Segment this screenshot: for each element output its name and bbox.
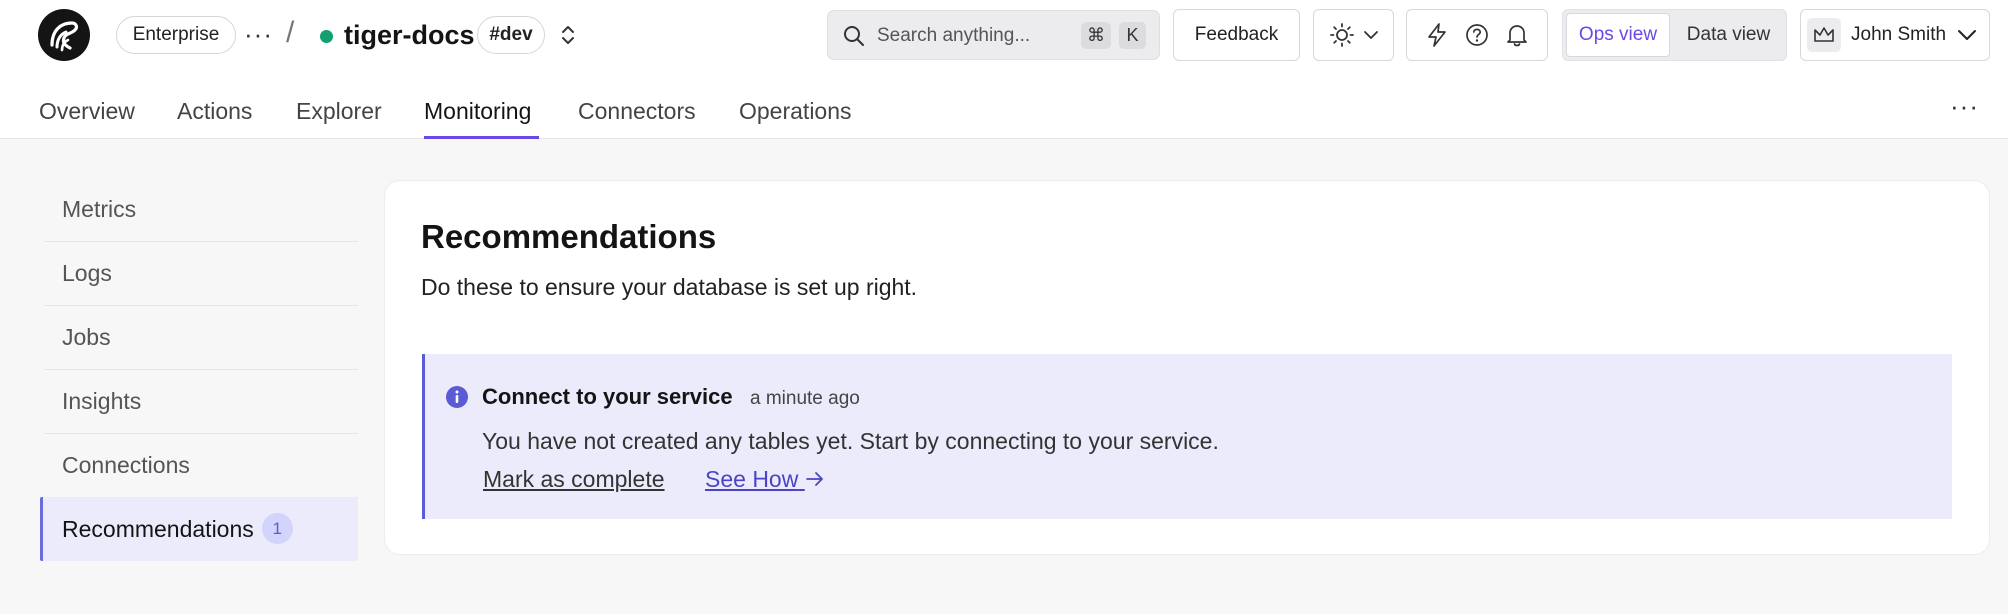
sidebar-item-label: Recommendations: [62, 516, 254, 542]
active-tab-indicator: [424, 136, 539, 139]
tab-actions[interactable]: Actions: [177, 96, 252, 126]
ops-view-tab[interactable]: Ops view: [1566, 13, 1670, 57]
view-toggle: Ops view Data view: [1562, 9, 1787, 61]
mark-complete-link[interactable]: Mark as complete: [483, 464, 665, 494]
lightning-icon[interactable]: [1424, 22, 1450, 48]
shortcut-cmd-key: ⌘: [1081, 22, 1111, 49]
sidebar-item-logs[interactable]: Logs: [40, 241, 358, 305]
sidebar-item-connections[interactable]: Connections: [40, 433, 358, 497]
theme-toggle-button[interactable]: [1313, 9, 1394, 61]
count-badge: 1: [261, 513, 293, 545]
chevron-down-icon: [1958, 30, 1977, 40]
org-pill[interactable]: Enterprise: [116, 16, 236, 54]
breadcrumb-separator: /: [286, 16, 295, 49]
help-icon[interactable]: [1464, 22, 1490, 48]
sidebar-item-metrics[interactable]: Metrics: [40, 177, 358, 241]
see-how-link[interactable]: See How: [705, 464, 825, 494]
data-view-tab[interactable]: Data view: [1671, 13, 1786, 57]
tab-explorer[interactable]: Explorer: [296, 96, 382, 126]
user-menu-button[interactable]: John Smith: [1800, 9, 1990, 61]
status-dot: [320, 30, 333, 43]
arrow-right-icon: [805, 472, 823, 486]
crown-icon: [1814, 27, 1834, 42]
project-name[interactable]: tiger-docs: [344, 17, 475, 53]
see-how-label: See How: [705, 466, 799, 492]
recommendation-timestamp: a minute ago: [750, 388, 860, 409]
sidebar-item-recommendations[interactable]: Recommendations 1: [40, 497, 358, 561]
tab-operations[interactable]: Operations: [739, 96, 852, 126]
quick-actions-group: [1406, 9, 1548, 61]
user-name: John Smith: [1851, 24, 1947, 45]
chevron-updown-icon[interactable]: [557, 22, 579, 48]
info-icon: [446, 386, 468, 408]
page-subtitle: Do these to ensure your database is set …: [421, 274, 918, 300]
sidebar-item-jobs[interactable]: Jobs: [40, 305, 358, 369]
tiger-logo-icon: [50, 21, 79, 52]
ellipsis-icon[interactable]: ···: [244, 20, 273, 48]
sun-icon: [1329, 23, 1354, 47]
search-input[interactable]: Search anything... ⌘ K: [827, 10, 1160, 60]
sidebar-item-insights[interactable]: Insights: [40, 369, 358, 433]
tab-monitoring[interactable]: Monitoring: [424, 96, 531, 126]
tab-connectors[interactable]: Connectors: [578, 96, 696, 126]
shortcut-k-key: K: [1119, 22, 1146, 49]
chevron-down-icon: [1363, 31, 1378, 39]
tab-overview[interactable]: Overview: [39, 96, 135, 126]
bell-icon[interactable]: [1504, 22, 1530, 48]
recommendation-item: Connect to your service a minute ago You…: [422, 354, 1952, 519]
env-tag[interactable]: #dev: [477, 16, 545, 54]
search-icon: [844, 26, 864, 46]
tab-bar: Overview Actions Explorer Monitoring Con…: [0, 70, 2008, 139]
search-placeholder: Search anything...: [877, 25, 1031, 46]
avatar: [1807, 18, 1841, 52]
recommendation-title: Connect to your service: [482, 384, 733, 409]
feedback-button[interactable]: Feedback: [1173, 9, 1300, 61]
top-bar: Enterprise ··· / tiger-docs #dev Search …: [0, 0, 2008, 70]
app-logo[interactable]: [38, 9, 90, 61]
page-title: Recommendations: [421, 218, 717, 255]
recommendation-description: You have not created any tables yet. Sta…: [482, 428, 1219, 454]
recommendations-card: Recommendations Do these to ensure your …: [384, 180, 1990, 555]
more-options-icon[interactable]: ···: [1950, 93, 1979, 119]
